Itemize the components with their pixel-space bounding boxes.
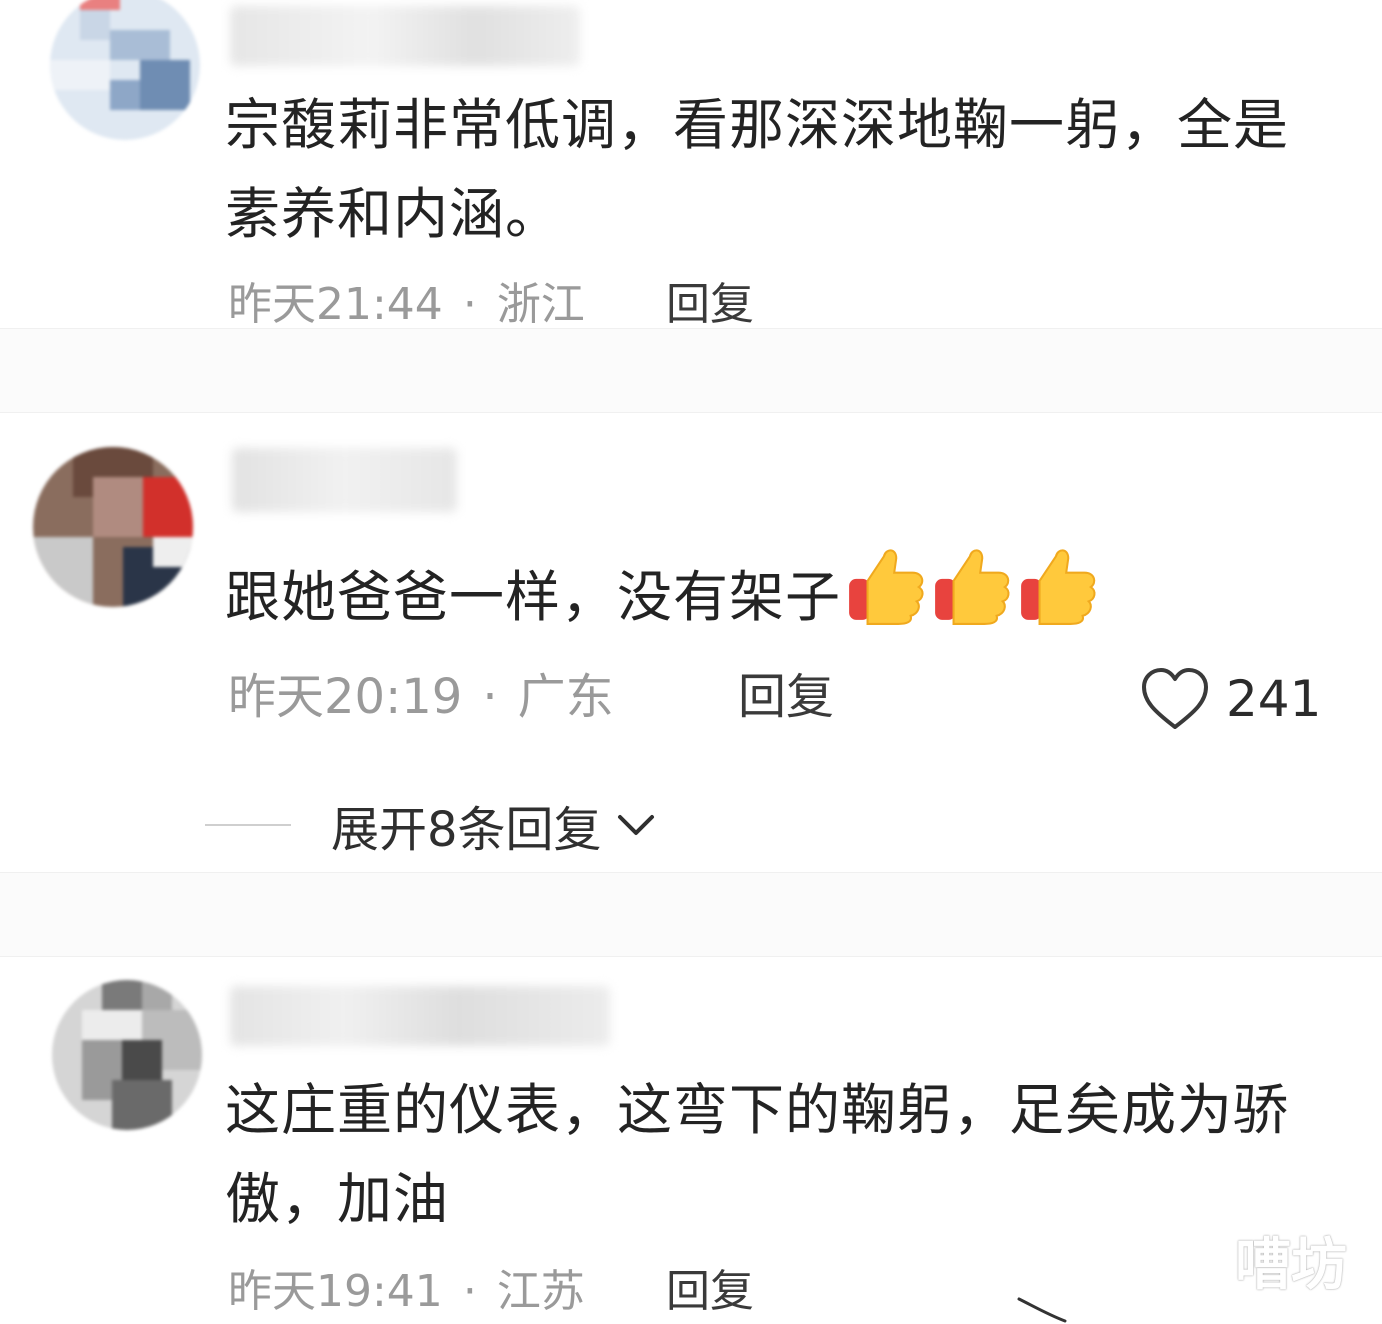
comment-text: 跟她爸爸一样，没有架子 xyxy=(225,544,1335,642)
decorative-stroke xyxy=(1017,1297,1067,1323)
comment-text: 这庄重的仪表，这弯下的鞠躬，足矣成为骄傲，加油 xyxy=(225,1078,1290,1231)
reply-button[interactable]: 回复 xyxy=(666,1262,754,1322)
section-gap xyxy=(0,329,1382,413)
user-avatar[interactable] xyxy=(52,980,202,1130)
comment-text: 宗馥莉非常低调，看那深深地鞠一躬，全是素养和内涵。 xyxy=(225,93,1290,246)
chevron-down-icon xyxy=(617,815,654,835)
comment-text-content: 跟她爸爸一样，没有架子 xyxy=(225,565,842,629)
reply-button[interactable]: 回复 xyxy=(738,667,834,727)
separator xyxy=(0,412,1382,413)
like-button[interactable]: 241 xyxy=(1140,664,1321,734)
comment-time: 昨天21:44 xyxy=(228,279,443,330)
thumbs-up-icon xyxy=(935,549,1010,625)
user-avatar[interactable] xyxy=(33,447,193,607)
comment-meta: 昨天19:41 · 江苏 xyxy=(228,1262,585,1322)
comment-meta: 昨天21:44 · 浙江 xyxy=(228,275,585,335)
meta-dot: · xyxy=(462,279,477,330)
thumbs-up-icon xyxy=(1021,549,1096,625)
heart-icon xyxy=(1142,668,1208,729)
username-blurred xyxy=(232,448,457,512)
section-gap xyxy=(0,873,1382,957)
expand-divider xyxy=(205,824,291,826)
meta-dot: · xyxy=(482,669,498,725)
user-avatar[interactable] xyxy=(50,0,200,140)
meta-dot: · xyxy=(462,1266,477,1317)
username-blurred xyxy=(230,986,610,1046)
comment-meta: 昨天20:19 · 广东 xyxy=(228,667,614,727)
like-count: 241 xyxy=(1226,670,1322,728)
expand-replies-label: 展开8条回复 xyxy=(331,802,602,858)
username-blurred xyxy=(230,6,580,66)
thumbs-up-icon xyxy=(849,549,924,625)
expand-replies-button[interactable]: 展开8条回复 xyxy=(205,790,660,860)
reply-button[interactable]: 回复 xyxy=(666,275,754,335)
watermark: 嘈坊 xyxy=(1235,1233,1347,1298)
comment-location: 浙江 xyxy=(496,279,585,330)
comment-location: 江苏 xyxy=(496,1266,585,1317)
separator xyxy=(0,956,1382,957)
comment-time: 昨天20:19 xyxy=(228,669,463,725)
comment-location: 广东 xyxy=(517,669,614,725)
comment-time: 昨天19:41 xyxy=(228,1266,443,1317)
